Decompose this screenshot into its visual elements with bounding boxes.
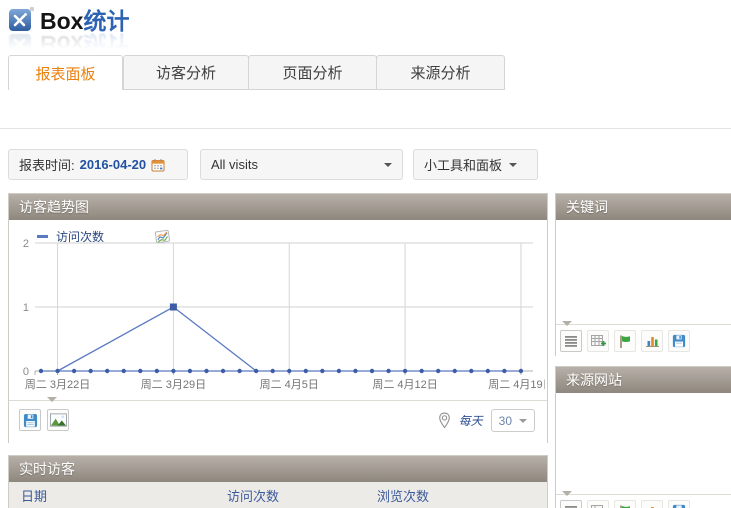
tabs-divider (0, 128, 731, 129)
keywords-panel: 关键词 (555, 193, 731, 356)
rows-limit-value: 30 (499, 414, 512, 428)
column-pageviews[interactable]: 浏览次数 (377, 486, 547, 505)
chevron-down-icon (384, 163, 392, 167)
svg-text:周二 4月12日: 周二 4月12日 (372, 378, 437, 391)
all-columns-view-icon[interactable] (587, 500, 609, 508)
visitor-trend-panel: 访客趋势图 2 1 0周二 3月22日 周二 3月29日 周二 4月5日 周二 4月12日… (8, 193, 548, 443)
goals-view-flag-icon[interactable] (614, 330, 636, 352)
column-visits[interactable]: 访问次数 (227, 486, 377, 505)
svg-text:0: 0 (23, 366, 29, 378)
segment-selector[interactable]: All visits (200, 149, 403, 180)
calendar-icon (151, 158, 165, 172)
widgets-menu-label: 小工具和面板 (424, 155, 502, 174)
realtime-table-header: 日期 访问次数 浏览次数 (9, 482, 547, 508)
goals-view-flag-icon[interactable] (614, 500, 636, 508)
collapse-triangle-icon[interactable] (47, 397, 57, 402)
app-logo[interactable]: Box统计 (8, 4, 129, 34)
referrer-websites-title[interactable]: 来源网站 (556, 367, 731, 393)
export-data-button[interactable] (668, 330, 690, 352)
all-columns-view-icon[interactable] (587, 330, 609, 352)
tab-pages[interactable]: 页面分析 (248, 55, 377, 90)
collapse-triangle-icon[interactable] (562, 321, 572, 326)
column-date[interactable]: 日期 (9, 486, 227, 505)
bar-chart-view-icon[interactable] (641, 500, 663, 508)
page: Box统计 Box统计 报表面板 访客分析 页面分析 来源分析 报表时间: 20… (0, 0, 731, 508)
report-date-label: 报表时间: (19, 155, 75, 174)
realtime-visitors-title[interactable]: 实时访客 (9, 456, 547, 482)
chart-legend: 访问次数 (37, 228, 172, 245)
bar-chart-view-icon[interactable] (641, 330, 663, 352)
svg-text:周二 4月5日: 周二 4月5日 (260, 378, 319, 391)
table-view-icon[interactable] (560, 500, 582, 508)
realtime-visitors-panel: 实时访客 日期 访问次数 浏览次数 (8, 455, 548, 508)
collapse-triangle-icon[interactable] (562, 491, 572, 496)
visits-evolution-chart[interactable]: 2 1 0周二 3月22日 周二 3月29日 周二 4月5日 周二 4月12日 周二 4月1… (9, 220, 545, 400)
legend-label: 访问次数 (56, 228, 104, 245)
referrers-footer (556, 494, 731, 508)
tab-visitors[interactable]: 访客分析 (123, 55, 249, 90)
widgets-menu-button[interactable]: 小工具和面板 (413, 149, 538, 180)
map-pin-icon[interactable] (438, 412, 451, 429)
chevron-down-icon (509, 163, 517, 167)
keywords-title[interactable]: 关键词 (556, 194, 731, 220)
tab-referrers[interactable]: 来源分析 (376, 55, 505, 90)
export-image-button[interactable] (47, 409, 69, 431)
segment-value: All visits (211, 157, 258, 172)
rows-limit-label: 每天 (459, 412, 483, 429)
app-logo-icon (8, 6, 34, 32)
svg-text:周二 4月19日: 周二 4月19日 (488, 378, 545, 391)
svg-text:周二 3月29日: 周二 3月29日 (141, 378, 206, 391)
visitor-trend-title[interactable]: 访客趋势图 (9, 194, 547, 220)
referrer-websites-panel: 来源网站 (555, 366, 731, 508)
chevron-down-icon (519, 419, 527, 423)
export-data-button[interactable] (19, 409, 41, 431)
svg-text:1: 1 (23, 302, 29, 314)
mini-line-chart-icon[interactable] (154, 229, 172, 245)
svg-text:2: 2 (23, 238, 29, 250)
rows-limit-select[interactable]: 30 (491, 409, 535, 432)
legend-line-swatch (37, 235, 48, 238)
svg-text:周二 3月22日: 周二 3月22日 (25, 378, 90, 391)
keywords-footer (556, 324, 731, 357)
tab-dashboard[interactable]: 报表面板 (8, 55, 123, 90)
report-date-value: 2016-04-20 (80, 157, 147, 172)
trend-footer: 每天 30 (9, 400, 547, 443)
export-data-button[interactable] (668, 500, 690, 508)
table-view-icon[interactable] (560, 330, 582, 352)
report-date-button[interactable]: 报表时间: 2016-04-20 (8, 149, 188, 180)
